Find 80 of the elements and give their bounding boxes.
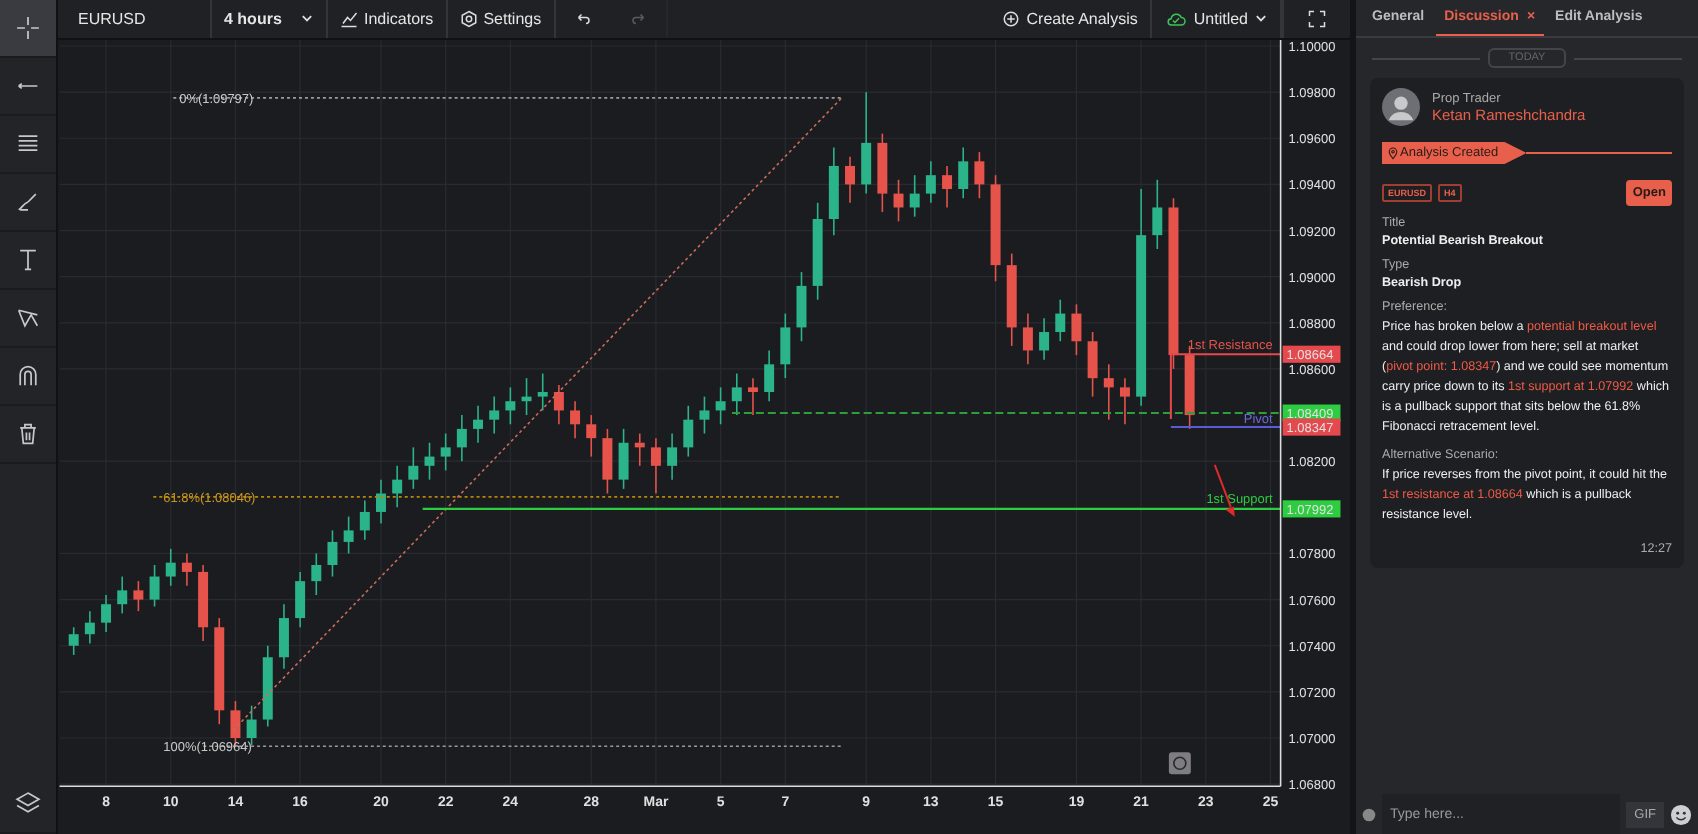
candlestick [84, 610, 95, 645]
magnet-icon [14, 362, 42, 390]
candlestick [715, 386, 726, 425]
candlestick [747, 377, 758, 416]
layers-icon [14, 790, 42, 818]
candlestick [974, 151, 985, 199]
candlestick [278, 603, 289, 670]
candlestick [796, 271, 807, 342]
candlestick [165, 547, 176, 587]
candlestick [473, 404, 484, 444]
candlestick [101, 594, 112, 633]
candlestick [1039, 317, 1050, 361]
fullscreen-icon [1308, 9, 1326, 28]
candlestick [343, 515, 354, 555]
candlestick [537, 372, 548, 412]
candlestick [440, 432, 451, 472]
candlestick [893, 178, 904, 223]
candlestick [311, 552, 322, 596]
candlestick [1119, 377, 1130, 425]
candlestick [392, 464, 403, 509]
undo-icon [574, 9, 593, 28]
candlestick [456, 414, 467, 462]
candlestick [602, 428, 613, 495]
candlestick [376, 478, 386, 525]
candlestick [553, 384, 564, 425]
caret-icon [300, 11, 314, 26]
candlestick [505, 386, 516, 425]
candlestick [1055, 298, 1066, 342]
indicators-button[interactable]: Indicators [328, 0, 448, 38]
candlestick [133, 580, 144, 612]
candlestick [942, 165, 953, 209]
redo-icon [629, 9, 648, 28]
text-icon [14, 246, 42, 274]
pattern-icon [14, 304, 42, 332]
pivot-line [1169, 426, 1282, 428]
candlestick [327, 529, 338, 578]
timeframe-dropdown[interactable]: 4 hours [212, 0, 328, 38]
candlestick [845, 155, 855, 204]
candlestick [181, 552, 192, 587]
brush-icon [14, 188, 42, 216]
candlestick [764, 349, 775, 402]
candlestick [149, 564, 160, 608]
candlestick [1087, 331, 1098, 398]
create-analysis-button[interactable]: Create Analysis [990, 0, 1152, 38]
candlestick [699, 395, 710, 435]
candlestick [958, 146, 969, 199]
candlestick [1022, 312, 1033, 366]
candlestick [650, 437, 661, 495]
candlestick [667, 432, 678, 481]
caret-icon [1254, 11, 1268, 26]
crosshair-icon [14, 14, 42, 42]
candlestick [1103, 363, 1114, 421]
candlestick [359, 499, 370, 541]
chart-line-icon [340, 9, 358, 28]
candlestick [586, 414, 597, 458]
candlestick [731, 372, 742, 416]
cloud-check-icon [1163, 9, 1188, 28]
pin-icon [1388, 146, 1398, 160]
avatar-icon [1382, 88, 1420, 126]
candlestick [1152, 178, 1163, 250]
candlestick [909, 174, 920, 218]
layout-dropdown[interactable]: Untitled [1151, 0, 1282, 38]
round-emblem-icon [1168, 752, 1191, 775]
smiley-icon[interactable] [1670, 803, 1692, 825]
candlestick [1071, 303, 1082, 356]
candlestick [408, 446, 419, 490]
candlestick [683, 404, 694, 458]
candlestick [295, 571, 306, 628]
candlestick [861, 91, 872, 195]
symbol-label[interactable]: EURUSD [58, 0, 212, 38]
candlestick [117, 575, 128, 615]
candlestick [780, 312, 791, 379]
trash-icon [14, 420, 42, 448]
candlestick [925, 160, 936, 204]
candlestick [68, 626, 79, 656]
settings-button[interactable]: Settings [447, 0, 556, 38]
settings-icon [459, 9, 478, 28]
candlestick [618, 428, 629, 490]
candlestick [570, 400, 581, 439]
candlestick [489, 395, 500, 435]
